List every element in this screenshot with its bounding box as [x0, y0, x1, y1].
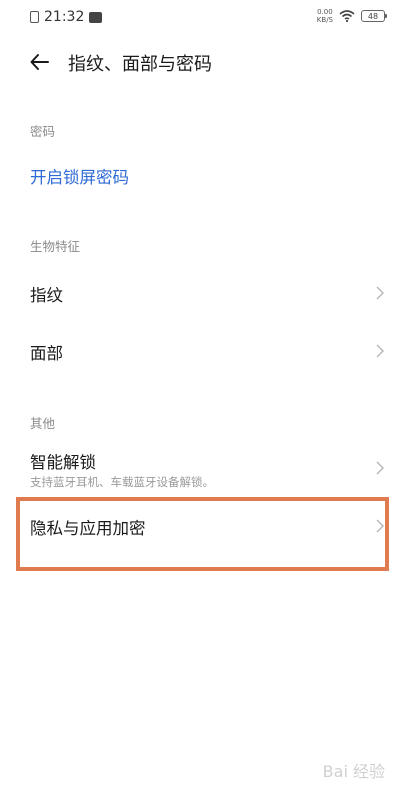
watermark: Bai 经验 — [322, 762, 385, 781]
status-time: 21:32 — [44, 9, 85, 25]
chevron-right-icon — [376, 461, 384, 475]
page-header: 指纹、面部与密码 — [0, 40, 407, 84]
network-speed-value: 0.00 — [317, 8, 333, 16]
item-fingerprint[interactable]: 指纹 — [0, 266, 407, 320]
section-label-other: 其他 — [30, 416, 56, 431]
chevron-right-icon — [376, 519, 384, 533]
chevron-right-icon — [376, 286, 384, 300]
message-icon — [89, 11, 103, 23]
arrow-left-icon — [30, 54, 49, 70]
sim-icon — [30, 11, 39, 23]
item-title: 面部 — [30, 344, 63, 363]
status-right: 0.00 KB/S 48 — [317, 8, 387, 24]
section-label-password: 密码 — [30, 124, 56, 139]
item-title: 隐私与应用加密 — [30, 519, 146, 538]
battery-level: 48 — [367, 11, 379, 21]
page-title: 指纹、面部与密码 — [68, 54, 212, 75]
item-enable-lock-password[interactable]: 开启锁屏密码 — [0, 150, 407, 202]
wifi-icon — [339, 10, 355, 22]
back-button[interactable] — [24, 48, 56, 76]
item-privacy-app-encryption[interactable]: 隐私与应用加密 — [0, 503, 407, 565]
network-speed-unit: KB/S — [316, 16, 333, 24]
item-title: 智能解锁 — [30, 453, 96, 472]
status-bar: 21:32 0.00 KB/S 48 — [0, 0, 407, 34]
item-subtitle: 支持蓝牙耳机、车载蓝牙设备解锁。 — [30, 475, 214, 489]
network-speed: 0.00 KB/S — [317, 8, 333, 24]
item-title: 开启锁屏密码 — [30, 168, 129, 187]
item-face[interactable]: 面部 — [0, 324, 407, 378]
section-label-biometrics: 生物特征 — [30, 239, 81, 254]
chevron-right-icon — [376, 344, 384, 358]
status-left: 21:32 — [30, 9, 103, 25]
item-title: 指纹 — [30, 286, 63, 305]
battery-icon: 48 — [361, 10, 387, 22]
item-smart-unlock[interactable]: 智能解锁 支持蓝牙耳机、车载蓝牙设备解锁。 — [0, 440, 407, 496]
